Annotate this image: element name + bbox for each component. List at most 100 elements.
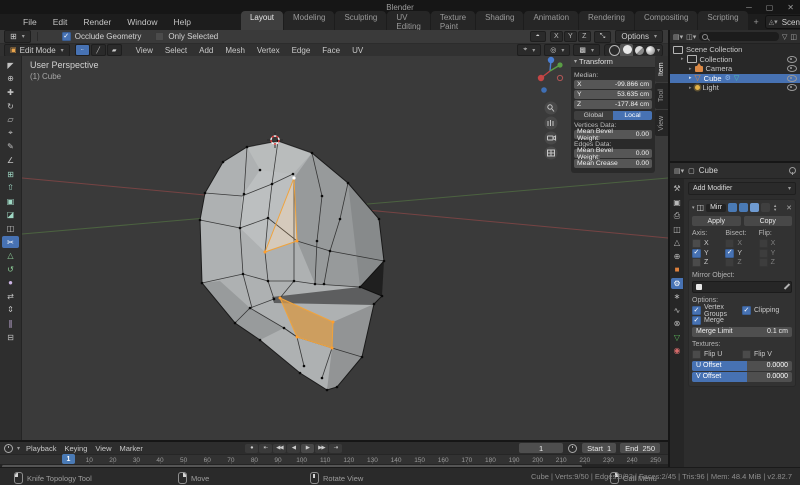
outliner-search-input[interactable] (699, 32, 779, 41)
outliner-row-camera[interactable]: ▸ Camera (670, 62, 800, 74)
record-button[interactable]: ● (244, 443, 258, 453)
only-selected-checkbox[interactable] (155, 32, 165, 41)
next-keyframe-button[interactable]: ▶▶ (314, 443, 328, 453)
properties-tab-object[interactable]: ■ (671, 264, 683, 275)
measure-tool-button[interactable]: ∠ (2, 154, 19, 167)
merge-checkbox[interactable] (692, 316, 701, 325)
properties-tab-scene[interactable]: △ (671, 237, 683, 248)
properties-tab-modifiers[interactable]: ⚙ (671, 277, 683, 289)
select-box-tool-button[interactable]: ◤ (2, 59, 19, 72)
mirror-y-button[interactable]: Y (563, 31, 577, 42)
axis-y-checkbox[interactable] (692, 248, 701, 258)
rendered-shading-icon[interactable] (645, 45, 655, 55)
timeline-ruler[interactable]: 1 10 20 30 40 50 60 70 80 90 100 110 120 130 140 150 16… (0, 454, 668, 480)
knife-tool-button[interactable]: ✂ (2, 235, 19, 249)
visibility-eye-icon[interactable] (787, 55, 797, 63)
vertex-bevel-weight-field[interactable]: Mean Bevel Weight: 0.00 (574, 128, 652, 142)
u-offset-slider[interactable]: U Offset 0.0000 (692, 360, 792, 371)
add-modifier-dropdown[interactable]: Add Modifier ▾ (688, 182, 796, 195)
axis-x-checkbox[interactable] (692, 239, 701, 249)
solid-shading-icon[interactable] (622, 44, 632, 54)
current-frame-marker[interactable]: 1 (62, 454, 75, 464)
inset-faces-tool-button[interactable]: ▣ (2, 195, 19, 208)
options-dropdown[interactable]: Options ▾ (615, 30, 663, 43)
bisect-y-checkbox[interactable] (725, 248, 735, 258)
viewport-menu-select[interactable]: Select (159, 46, 193, 55)
properties-tab-object-data[interactable]: ▽ (671, 332, 683, 343)
vertex-groups-checkbox[interactable] (692, 306, 701, 315)
rotate-tool-button[interactable]: ↻ (2, 100, 19, 113)
modifier-name-field[interactable]: Mirr (706, 203, 727, 212)
timeline-menu-playback[interactable]: Playback (22, 444, 60, 453)
transform-tool-button[interactable]: ⌖ (2, 127, 19, 140)
play-reverse-button[interactable]: ◀ (286, 443, 300, 453)
smooth-tool-button[interactable]: ● (2, 277, 19, 290)
menu-edit[interactable]: Edit (45, 17, 76, 27)
visibility-eye-icon[interactable] (787, 65, 797, 73)
mirror-z-button[interactable]: Z (577, 31, 591, 42)
properties-tab-output[interactable]: ⎙ (671, 210, 683, 221)
sidebar-tab-item[interactable]: Item (655, 56, 668, 82)
frame-end-field[interactable]: End 250 (620, 443, 660, 453)
delete-modifier-icon[interactable]: ✕ (786, 204, 792, 212)
outliner-row-scene-collection[interactable]: Scene Collection (670, 45, 800, 55)
properties-tab-render[interactable]: ▣ (671, 197, 683, 208)
outliner-display-mode-icon[interactable]: ▤▾ (673, 33, 683, 41)
scale-tool-button[interactable]: ▱ (2, 113, 19, 126)
menu-file[interactable]: File (15, 17, 45, 27)
clipping-checkbox[interactable] (742, 306, 751, 315)
bisect-z-checkbox[interactable] (725, 258, 735, 268)
filter-icon[interactable]: ▽ (782, 33, 787, 41)
mean-crease-field[interactable]: Mean Crease 0.00 (574, 159, 652, 168)
viewport-menu-edge[interactable]: Edge (286, 46, 317, 55)
apply-button[interactable]: Apply (692, 216, 741, 226)
axis-z-checkbox[interactable] (692, 258, 701, 268)
viewport-menu-vertex[interactable]: Vertex (251, 46, 286, 55)
xray-icon[interactable]: ▩ ▾ (573, 44, 600, 56)
global-button[interactable]: Global (574, 111, 613, 120)
local-button[interactable]: Local (613, 111, 652, 120)
active-tool-icon[interactable]: ⊞ ▾ (4, 30, 31, 43)
outliner-row-light[interactable]: ▸ Light (670, 83, 800, 93)
editor-type-icon[interactable]: ▤▾ (674, 167, 684, 175)
rip-region-tool-button[interactable]: ⊟ (2, 331, 19, 344)
spin-tool-button[interactable]: ↺ (2, 263, 19, 276)
properties-tab-physics[interactable]: ∿ (671, 305, 683, 316)
viewport-menu-face[interactable]: Face (316, 46, 346, 55)
pin-icon[interactable] (789, 167, 796, 175)
viewport-menu-add[interactable]: Add (193, 46, 219, 55)
flip-z-checkbox[interactable] (758, 258, 768, 268)
flip-x-checkbox[interactable] (758, 239, 768, 249)
show-render-toggle[interactable] (750, 203, 760, 212)
flip-u-checkbox[interactable] (692, 350, 701, 359)
show-in-editmode-toggle[interactable] (728, 203, 738, 212)
falloff-icon[interactable]: ◓ (529, 31, 546, 42)
copy-button[interactable]: Copy (743, 216, 792, 226)
median-z-field[interactable]: Z -177.84 cm (574, 100, 652, 109)
edge-slide-tool-button[interactable]: ⇄ (2, 290, 19, 303)
v-offset-slider[interactable]: V Offset 0.0000 (692, 371, 792, 382)
timeline-editor-icon[interactable] (4, 443, 13, 453)
prev-keyframe-button[interactable]: ◀◀ (272, 443, 286, 453)
disclosure-icon[interactable]: ▸ (689, 66, 692, 72)
mode-dropdown[interactable]: ▣ Edit Mode ▾ (4, 43, 70, 57)
show-realtime-toggle[interactable] (739, 203, 749, 212)
overlays-icon[interactable]: ◎ ▾ (544, 44, 571, 56)
timeline-menu-marker[interactable]: Marker (116, 444, 147, 453)
menu-render[interactable]: Render (75, 17, 119, 27)
overlay-filter-icon[interactable]: ◫ (790, 33, 797, 41)
properties-tab-material[interactable]: ◉ (671, 345, 683, 356)
disclosure-icon[interactable]: ▸ (689, 75, 692, 81)
sidebar-tab-view[interactable]: View (655, 110, 668, 136)
expand-modifier-icon[interactable]: ▾ (692, 205, 695, 211)
disclosure-icon[interactable]: ▸ (689, 85, 692, 91)
edge-select-button[interactable]: ╱ (90, 44, 106, 56)
merge-limit-field[interactable]: Merge Limit 0.1 cm (692, 326, 792, 337)
edge-bevel-weight-field[interactable]: Mean Bevel Weight: 0.00 (574, 147, 652, 161)
close-button[interactable]: ✕ (787, 3, 794, 12)
show-on-cage-toggle[interactable] (761, 203, 771, 212)
mirror-x-button[interactable]: X (549, 31, 563, 42)
outliner-row-collection[interactable]: ▸ Collection (670, 55, 800, 65)
poly-build-tool-button[interactable]: △ (2, 249, 19, 262)
loop-cut-tool-button[interactable]: ◫ (2, 222, 19, 235)
